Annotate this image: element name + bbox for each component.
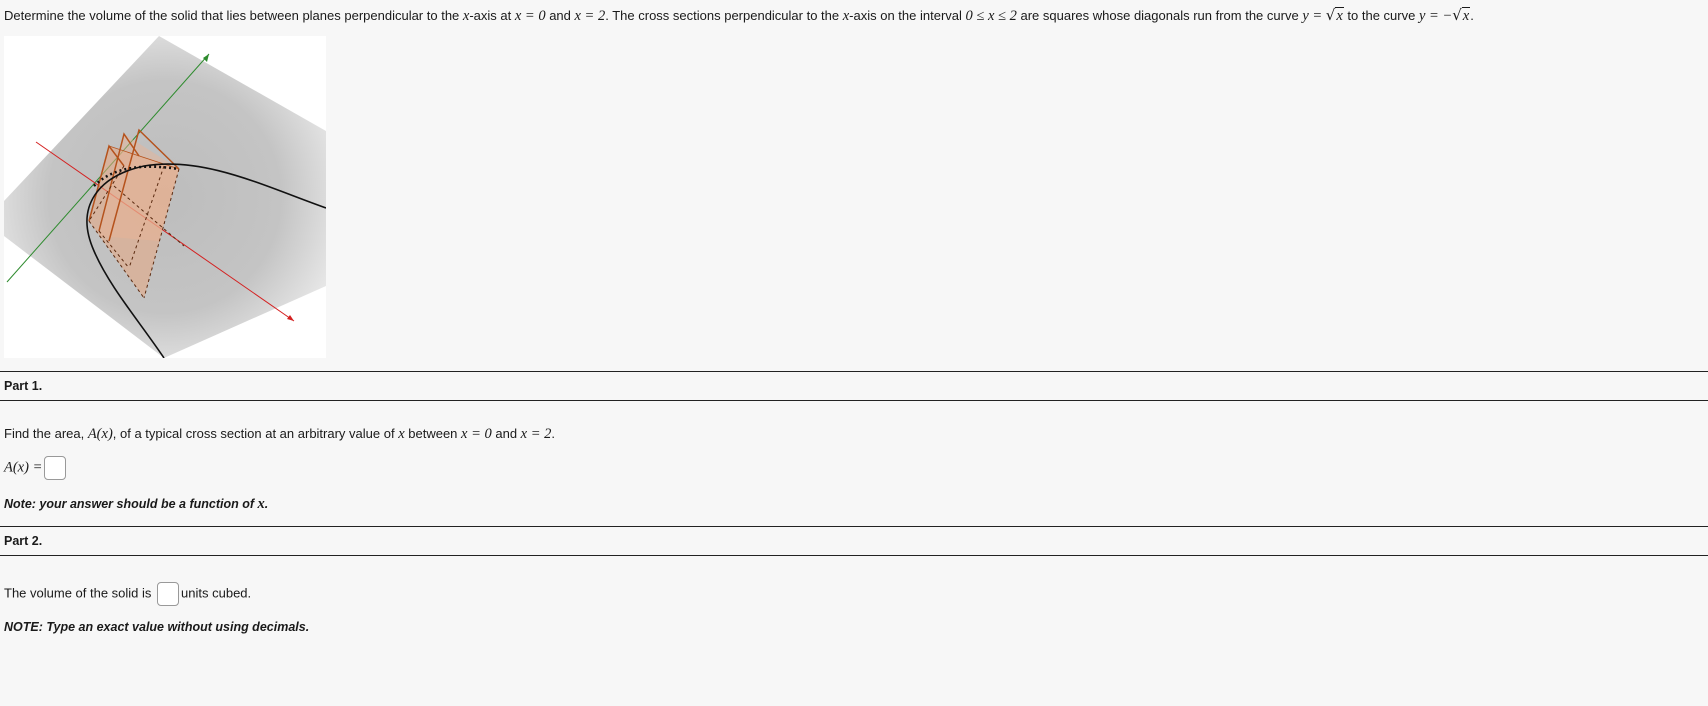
- volume-answer-input[interactable]: [157, 582, 180, 606]
- problem-text: . The cross sections perpendicular to th…: [605, 8, 843, 23]
- problem-text: -axis on the interval: [849, 8, 966, 23]
- area-answer-input[interactable]: [44, 456, 67, 480]
- problem-text: -axis at: [469, 8, 515, 23]
- divider: [0, 555, 1708, 556]
- part2-title: Part 2.: [4, 534, 43, 548]
- part1-answer-row: A(x) =: [4, 456, 68, 480]
- divider: [0, 400, 1708, 401]
- part1-question: Find the area, A(x), of a typical cross …: [4, 426, 556, 442]
- problem-text: to the curve: [1343, 8, 1419, 23]
- part2-question: The volume of the solid is units cubed.: [4, 582, 251, 606]
- solid-figure-svg: [4, 36, 327, 359]
- sqrt-x: √x: [1325, 6, 1344, 24]
- math-interval: 0 ≤ x ≤ 2: [965, 8, 1017, 24]
- part1-note: Note: your answer should be a function o…: [4, 496, 269, 512]
- problem-text: Determine the volume of the solid that l…: [4, 8, 463, 23]
- divider: [0, 526, 1708, 527]
- part2-note: NOTE: Type an exact value without using …: [4, 620, 310, 634]
- divider: [0, 371, 1708, 372]
- math-eq: x = 2: [574, 8, 606, 24]
- math-eq: y = −: [1418, 8, 1453, 24]
- math-eq: x = 0: [514, 8, 546, 24]
- solid-figure: [4, 36, 327, 359]
- answer-label: A(x) =: [4, 459, 43, 476]
- sqrt-x: √x: [1452, 6, 1471, 24]
- problem-text: .: [1470, 8, 1474, 23]
- math-eq: y =: [1302, 8, 1326, 24]
- problem-text: and: [545, 8, 575, 23]
- problem-statement: Determine the volume of the solid that l…: [4, 6, 1474, 25]
- problem-text: are squares whose diagonals run from the…: [1016, 8, 1303, 23]
- part1-title: Part 1.: [4, 379, 43, 393]
